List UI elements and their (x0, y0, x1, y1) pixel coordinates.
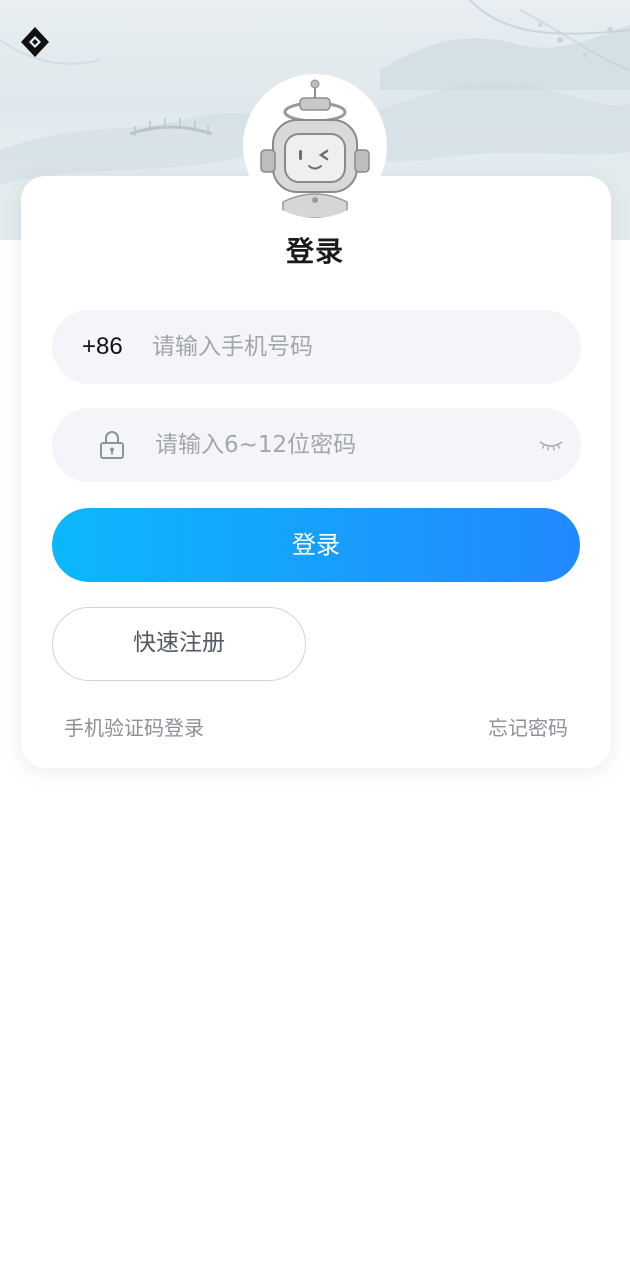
diamond-logo-icon[interactable] (20, 26, 50, 58)
quick-register-button[interactable]: 快速注册 (52, 607, 306, 681)
avatar (243, 74, 387, 218)
country-code[interactable]: +86 (82, 310, 123, 384)
phone-field[interactable]: +86 请输入手机号码 (52, 310, 581, 384)
login-button[interactable]: 登录 (52, 508, 580, 582)
forgot-password-link[interactable]: 忘记密码 (488, 714, 568, 742)
phone-input[interactable]: 请输入手机号码 (152, 310, 313, 384)
password-field[interactable]: 请输入6~12位密码 (52, 408, 581, 482)
page-title: 登录 (285, 235, 344, 268)
password-input[interactable]: 请输入6~12位密码 (155, 408, 356, 482)
robot-mascot-icon (260, 79, 370, 218)
lock-icon (100, 431, 124, 459)
sms-login-link[interactable]: 手机验证码登录 (64, 714, 204, 742)
eye-closed-icon[interactable] (538, 438, 564, 452)
